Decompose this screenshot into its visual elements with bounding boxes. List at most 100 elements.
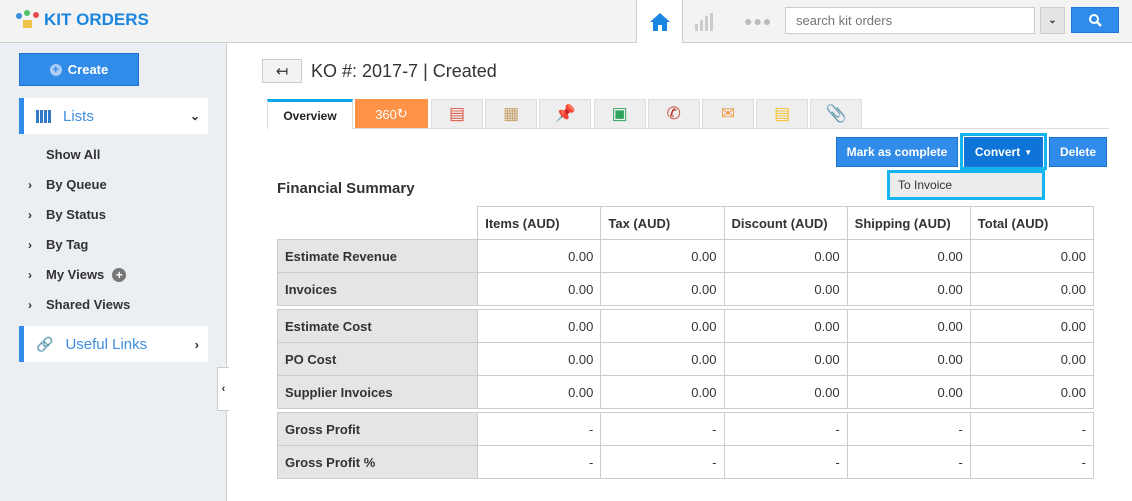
tab-360-label: 360 [375,106,397,122]
search-filter-dropdown[interactable]: ⌄ [1040,7,1065,34]
cell-value: - [600,445,725,479]
useful-links-label: Useful Links [65,335,148,353]
column-header: Tax (AUD) [600,206,725,240]
refresh-icon: ↻ [396,106,408,121]
calendar-grid-icon [36,109,52,123]
sidebar-item-show-all[interactable]: Show All [28,147,100,162]
row-label: PO Cost [276,342,479,376]
chevron-down-icon: ⌄ [1048,15,1057,26]
table-row: Gross Profit - - - - - [276,412,1095,446]
more-icon[interactable]: ●●● [744,13,772,29]
tab-360[interactable]: 360 ↻ [355,99,428,128]
tab-overview[interactable]: Overview [267,99,353,129]
sidebar-lists[interactable]: Lists ⌄ [19,98,208,134]
column-header: Discount (AUD) [723,206,848,240]
lists-label: Lists [63,107,94,125]
cell-value: 0.00 [723,309,848,343]
chevron-right-icon: › [28,267,32,282]
table-row: Gross Profit % - - - - - [276,445,1095,479]
sidebar-item-label: Shared Views [46,297,131,312]
link-icon: 🔗 [36,335,54,352]
sidebar-item-by-queue[interactable]: › By Queue [28,177,107,192]
convert-button[interactable]: Convert ▼ [964,137,1043,167]
home-button[interactable] [636,0,683,43]
mark-complete-button[interactable]: Mark as complete [836,137,958,167]
create-button[interactable]: + Create [19,53,139,86]
sidebar-item-by-tag[interactable]: › By Tag [28,237,88,252]
cell-value: 0.00 [477,272,602,306]
convert-label: Convert [974,145,1021,159]
chart-icon[interactable] [693,12,715,32]
tab-pin[interactable]: 📌 [539,99,592,128]
row-label: Estimate Revenue [276,239,479,273]
top-bar: KIT ORDERS ●●● ⌄ [0,0,1132,43]
tab-attachment[interactable]: 📎 [810,99,863,128]
column-header: Shipping (AUD) [846,206,971,240]
back-button[interactable]: ↤ [262,59,302,83]
tab-calendar[interactable]: ▦ [485,99,538,128]
task-icon: ▣ [611,104,628,123]
delete-button[interactable]: Delete [1049,137,1107,167]
column-header: Items (AUD) [477,206,602,240]
sidebar-item-label: By Queue [46,177,107,192]
sidebar-item-label: Show All [46,147,101,162]
menu-item-to-invoice[interactable]: To Invoice [887,170,1045,200]
add-view-icon[interactable]: + [112,267,127,282]
cell-value: - [969,445,1095,479]
sidebar-useful-links[interactable]: 🔗 Useful Links › [19,326,208,362]
cell-value: 0.00 [600,239,725,273]
cell-value: 0.00 [969,342,1095,376]
sidebar-item-label: By Status [46,207,106,222]
back-arrow-icon: ↤ [275,63,289,80]
cell-value: - [969,412,1095,446]
table-row: Supplier Invoices 0.00 0.00 0.00 0.00 0.00 [276,375,1095,409]
sidebar-item-label: My Views [46,267,105,282]
header-blank [277,206,479,240]
sidebar-item-my-views[interactable]: › My Views + [28,267,127,282]
tab-list[interactable]: ▤ [431,99,483,128]
chevron-right-icon: › [28,207,32,222]
cell-value: 0.00 [969,239,1095,273]
cell-value: 0.00 [723,375,848,409]
row-label: Invoices [276,272,479,306]
chevron-right-icon: › [28,177,32,192]
tab-email[interactable]: ✉ [702,99,754,128]
cell-value: - [477,412,602,446]
sidebar-item-by-status[interactable]: › By Status [28,207,106,222]
cell-value: 0.00 [846,342,971,376]
plus-circle-icon: + [49,63,62,76]
sidebar-item-shared-views[interactable]: › Shared Views [28,297,130,312]
collapse-sidebar-button[interactable]: ‹ [217,367,229,411]
caret-down-icon: ▼ [1024,147,1033,157]
cell-value: 0.00 [600,272,725,306]
search-button[interactable] [1071,7,1119,33]
cell-value: 0.00 [969,272,1095,306]
table-row: Invoices 0.00 0.00 0.00 0.00 0.00 [276,272,1095,306]
cell-value: 0.00 [600,309,725,343]
table-row: Estimate Revenue 0.00 0.00 0.00 0.00 0.00 [276,239,1095,273]
attachment-icon: 📎 [825,104,847,123]
home-icon [649,12,670,31]
cell-value: 0.00 [477,309,602,343]
section-title: Financial Summary [277,180,415,197]
cell-value: 0.00 [723,239,848,273]
chevron-right-icon: › [194,336,199,352]
cell-value: - [846,445,971,479]
cell-value: 0.00 [477,375,602,409]
tab-phone[interactable]: ✆ [647,99,700,128]
tab-task[interactable]: ▣ [593,99,646,128]
search-icon [1088,13,1102,27]
cell-value: - [723,412,848,446]
cell-value: 0.00 [723,342,848,376]
cell-value: 0.00 [477,239,602,273]
tab-note[interactable]: ▤ [756,99,809,128]
search-input[interactable] [785,7,1035,34]
calendar-icon: ▦ [503,104,520,123]
app-title: KIT ORDERS [44,10,149,29]
cell-value: - [723,445,848,479]
chevron-down-icon: ⌄ [189,109,200,123]
cell-value: - [600,412,725,446]
tab-bar: Overview 360 ↻ ▤ ▦ 📌 ▣ ✆ ✉ ▤ 📎 [267,99,1109,129]
chevron-right-icon: › [28,237,32,252]
phone-icon: ✆ [666,104,681,123]
